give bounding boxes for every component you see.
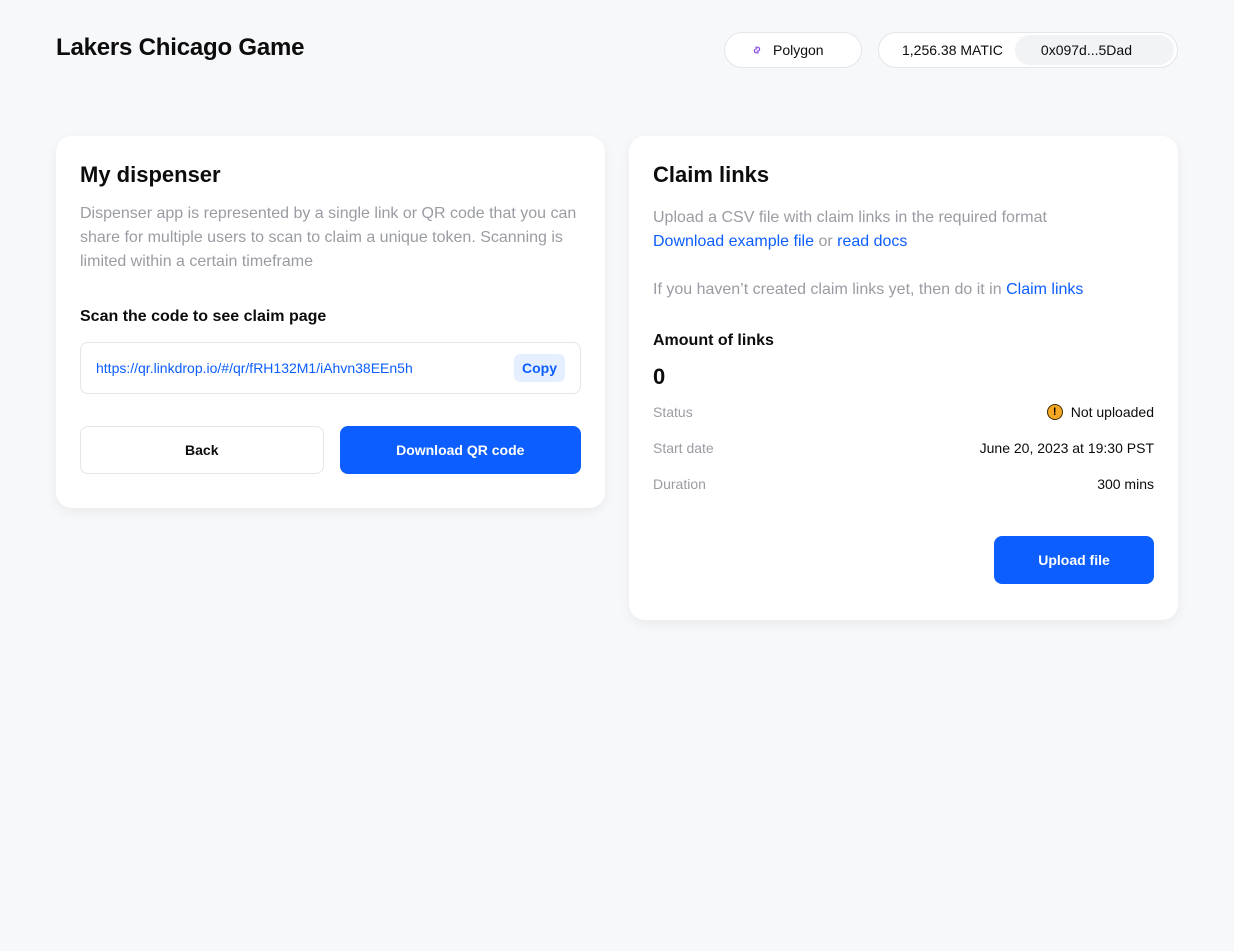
- not-created-description: If you haven’t created claim links yet, …: [653, 278, 1154, 302]
- start-date-value: June 20, 2023 at 19:30 PST: [979, 440, 1154, 456]
- scan-label: Scan the code to see claim page: [80, 308, 327, 325]
- or-text: or: [818, 233, 833, 250]
- wallet-balance: 1,256.38 MATIC: [902, 42, 1003, 58]
- amount-label: Amount of links: [653, 332, 774, 349]
- status-value: ! Not uploaded: [1046, 404, 1154, 420]
- dispenser-card: My dispenser Dispenser app is represente…: [56, 136, 605, 508]
- not-created-text: If you haven’t created claim links yet, …: [653, 281, 1002, 298]
- read-docs-link[interactable]: read docs: [837, 233, 907, 250]
- details-list: Status ! Not uploaded Start date June 20…: [653, 394, 1154, 502]
- upload-description: Upload a CSV file with claim links in th…: [653, 206, 1154, 254]
- duration-label: Duration: [653, 476, 706, 492]
- warning-icon: !: [1046, 404, 1063, 420]
- duration-value: 300 mins: [1097, 476, 1154, 492]
- dispenser-description: Dispenser app is represented by a single…: [80, 205, 577, 270]
- status-label: Status: [653, 404, 693, 420]
- copy-button[interactable]: Copy: [514, 354, 565, 382]
- start-date-row: Start date June 20, 2023 at 19:30 PST: [653, 430, 1154, 466]
- duration-row: Duration 300 mins: [653, 466, 1154, 502]
- download-qr-button[interactable]: Download QR code: [339, 426, 581, 474]
- claim-links-title: Claim links: [653, 162, 770, 187]
- wallet-pill[interactable]: 1,256.38 MATIC 0x097d...5Dad: [878, 32, 1178, 68]
- status-row: Status ! Not uploaded: [653, 394, 1154, 430]
- page-title: Lakers Chicago Game: [56, 34, 305, 61]
- claim-url-box: https://qr.linkdrop.io/#/qr/fRH132M1/iAh…: [80, 342, 581, 394]
- status-text: Not uploaded: [1070, 404, 1154, 420]
- upload-text: Upload a CSV file with claim links in th…: [653, 209, 1047, 226]
- amount-value: 0: [653, 364, 666, 389]
- wallet-address[interactable]: 0x097d...5Dad: [1014, 35, 1174, 65]
- upload-file-button[interactable]: Upload file: [994, 536, 1154, 584]
- network-label: Polygon: [773, 42, 824, 58]
- claim-links-card: Claim links Upload a CSV file with claim…: [629, 136, 1178, 620]
- back-button[interactable]: Back: [80, 426, 324, 474]
- start-date-label: Start date: [653, 440, 714, 456]
- claim-url[interactable]: https://qr.linkdrop.io/#/qr/fRH132M1/iAh…: [96, 360, 413, 376]
- download-example-link[interactable]: Download example file: [653, 233, 814, 250]
- claim-links-link[interactable]: Claim links: [1006, 281, 1083, 298]
- dispenser-actions: Back Download QR code: [80, 426, 581, 474]
- network-selector[interactable]: Polygon: [724, 32, 862, 68]
- dispenser-title: My dispenser: [80, 162, 221, 187]
- chain-link-icon: [751, 44, 763, 56]
